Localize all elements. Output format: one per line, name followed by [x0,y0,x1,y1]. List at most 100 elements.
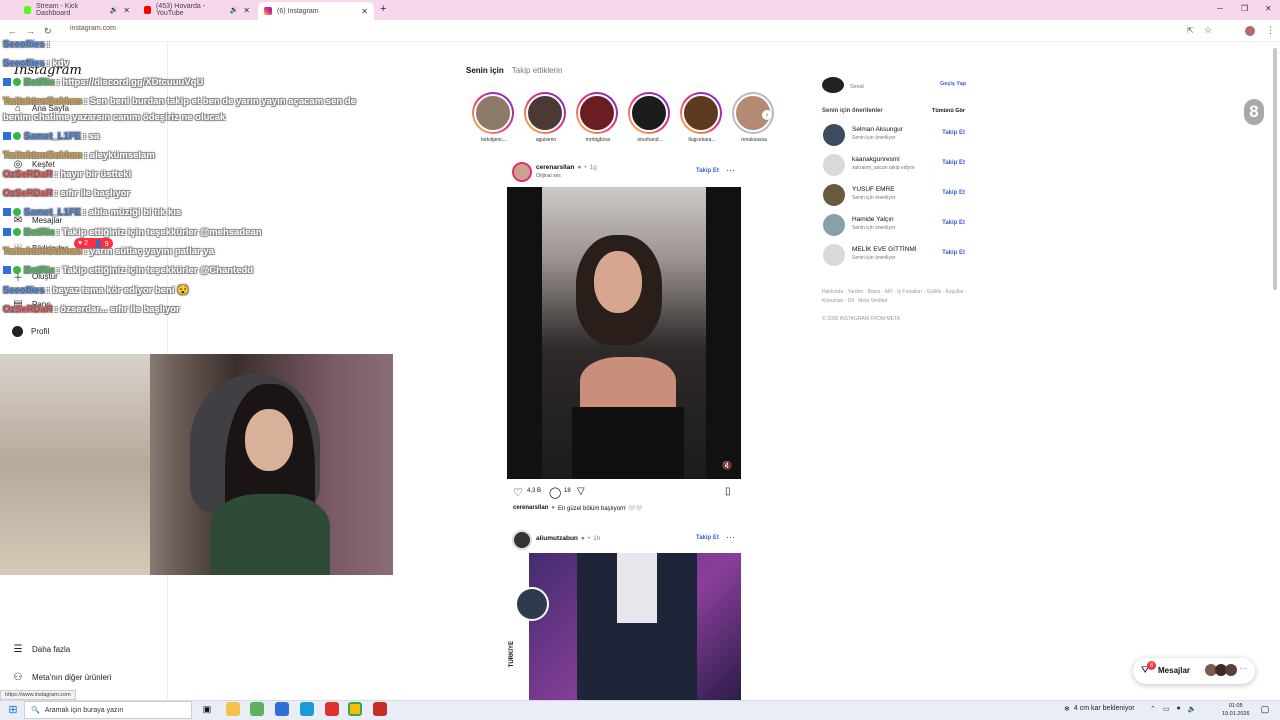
notification-center-icon[interactable]: ▢ [1258,702,1272,716]
tab-instagram[interactable]: (6) Instagram ✕ [258,2,374,20]
task-view-icon[interactable]: ▣ [200,702,214,716]
tab-youtube[interactable]: (453) Hovarda - YouTube 🔊 ✕ [138,2,256,18]
suggestion-item[interactable]: MELİK EVE GİTTİNMİ Senin için öneriliyor… [823,242,968,268]
close-tab-icon[interactable]: ✕ [243,6,250,15]
profile-avatar[interactable] [1245,26,1255,36]
chat-username[interactable]: TwitchtenGokhan [3,246,82,257]
avatar[interactable] [823,154,845,176]
suggestion-name[interactable]: YUSUF EMRE [852,186,895,193]
close-window-button[interactable]: ✕ [1265,4,1272,13]
post-media[interactable]: TÜRKİYE [507,553,741,700]
chat-username[interactable]: BotRix [24,227,55,238]
chat-username[interactable]: Seeoflies [3,285,45,296]
footer-links[interactable]: Hakkında · Yardım · Basın · API · İş Fır… [822,288,967,306]
like-icon[interactable]: ♡ [513,486,523,499]
follow-button[interactable]: Takip Et [942,160,965,166]
reload-icon[interactable]: ↻ [44,26,52,37]
follow-button[interactable]: Takip Et [696,535,719,541]
avatar[interactable] [823,124,845,146]
sidebar-item-profile[interactable]: Profil [12,326,49,337]
avatar[interactable] [823,184,845,206]
url-field[interactable]: instagram.com [70,25,116,32]
follow-button[interactable]: Takip Et [942,220,965,226]
chrome-icon[interactable] [348,702,362,716]
sidebar-item-more[interactable]: ☰ Daha fazla [12,643,71,655]
restore-button[interactable]: ❐ [1241,4,1248,13]
chat-username[interactable]: BotRix [24,265,55,276]
share-icon[interactable]: ▽ [577,486,585,497]
edge-icon[interactable] [300,702,314,716]
suggestion-name[interactable]: Hamide Yalçın [852,216,894,223]
suggestion-item[interactable]: kaanakgunresmi sukranm_aacan takip ediyo… [823,152,968,178]
chevron-up-icon[interactable]: ⌃ [1150,705,1156,713]
post-username[interactable]: cerenarsllan [536,164,574,171]
comments-count[interactable]: 18 [564,488,571,494]
likes-count[interactable]: 4,3 B [527,488,541,494]
forward-icon[interactable]: → [26,26,35,36]
post-media[interactable]: 🔇 [507,187,741,479]
volume-icon[interactable]: 🔈 [1188,705,1197,713]
mail-icon[interactable] [275,702,289,716]
tab-kick-dashboard[interactable]: Stream - Kick Dashboard 🔊 ✕ [18,2,136,18]
chat-username[interactable]: Samet_L1FE [24,207,81,218]
avatar[interactable] [823,244,845,266]
chat-username[interactable]: TwitchtenGokhan [3,96,82,107]
account-avatar[interactable] [822,77,844,93]
story-item[interactable]: tlugcekara... [680,92,724,143]
file-explorer-icon[interactable] [226,702,240,716]
suggestion-item[interactable]: Selman Aksungur Senin için öneriliyor Ta… [823,122,968,148]
bookmark-star-icon[interactable]: ☆ [1204,25,1212,36]
more-options-icon[interactable]: ··· [726,532,735,542]
clock[interactable]: 01:05 19.01.2026 [1222,702,1250,718]
post-audio[interactable]: Orijinal ses [536,173,561,179]
chat-username[interactable]: BotRix [24,77,55,88]
suggestion-item[interactable]: YUSUF EMRE Senin için öneriliyor Takip E… [823,182,968,208]
mute-icon[interactable]: 🔇 [722,461,732,470]
follow-button[interactable]: Takip Et [942,190,965,196]
speaker-icon[interactable]: 🔊 [110,6,119,14]
store-icon[interactable] [250,702,264,716]
system-tray[interactable]: ⌃ ▭ ● 🔈 [1150,705,1196,713]
sidebar-item-meta-products[interactable]: ⚇ Meta'nın diğer ürünleri [12,671,112,683]
story-item[interactable]: onurhand... [628,92,672,143]
chat-username[interactable]: OzSeRDaR [3,188,53,199]
story-item[interactable]: aguisenn [524,92,568,143]
post-username[interactable]: aliumutzabun [536,535,578,542]
post-avatar[interactable] [512,162,532,182]
chat-username[interactable]: Seeoflies [3,58,45,69]
chat-username[interactable]: OzSeRDaR [3,169,53,180]
close-tab-icon[interactable]: ✕ [361,7,368,16]
chat-username[interactable]: OzSeRDaR [3,304,53,315]
taskbar-search[interactable]: 🔍 Aramak için buraya yazın [24,701,192,719]
more-menu-icon[interactable]: ⋮ [1266,25,1275,36]
see-all-link[interactable]: Tümünü Gör [932,108,965,114]
stories-next-icon[interactable]: › [762,110,772,120]
switch-account-link[interactable]: Geçiş Yap [940,81,966,87]
tab-for-you[interactable]: Senin için [466,66,504,75]
suggestion-name[interactable]: kaanakgunresmi [852,156,900,163]
tab-following[interactable]: Takip ettiklerin [512,66,563,75]
chat-username[interactable]: TwitchtenGokhan [3,150,82,161]
obs-icon[interactable] [373,702,387,716]
post-avatar[interactable] [512,530,532,550]
avatar[interactable] [823,214,845,236]
more-options-icon[interactable]: ··· [726,165,735,175]
speaker-icon[interactable]: 🔊 [230,6,239,14]
comment-icon[interactable]: ◯ [549,486,561,499]
suggestion-name[interactable]: Selman Aksungur [852,126,903,133]
back-icon[interactable]: ← [8,26,17,36]
network-icon[interactable]: ▭ [1163,705,1170,713]
new-tab-button[interactable]: + [380,3,386,15]
suggestion-item[interactable]: Hamide Yalçın Senin için öneriliyor Taki… [823,212,968,238]
follow-button[interactable]: Takip Et [696,168,719,174]
page-scrollbar[interactable] [1273,48,1277,290]
chat-username[interactable]: Samet_L1FE [24,131,81,142]
install-icon[interactable]: ⇱ [1187,26,1194,35]
follow-button[interactable]: Takip Et [942,250,965,256]
close-tab-icon[interactable]: ✕ [123,6,130,15]
follow-button[interactable]: Takip Et [942,130,965,136]
mic-icon[interactable]: ● [1177,705,1181,713]
save-icon[interactable]: ▯ [725,486,731,497]
minimize-button[interactable]: ─ [1217,4,1223,13]
chat-username[interactable]: Seeoflies [3,39,45,50]
